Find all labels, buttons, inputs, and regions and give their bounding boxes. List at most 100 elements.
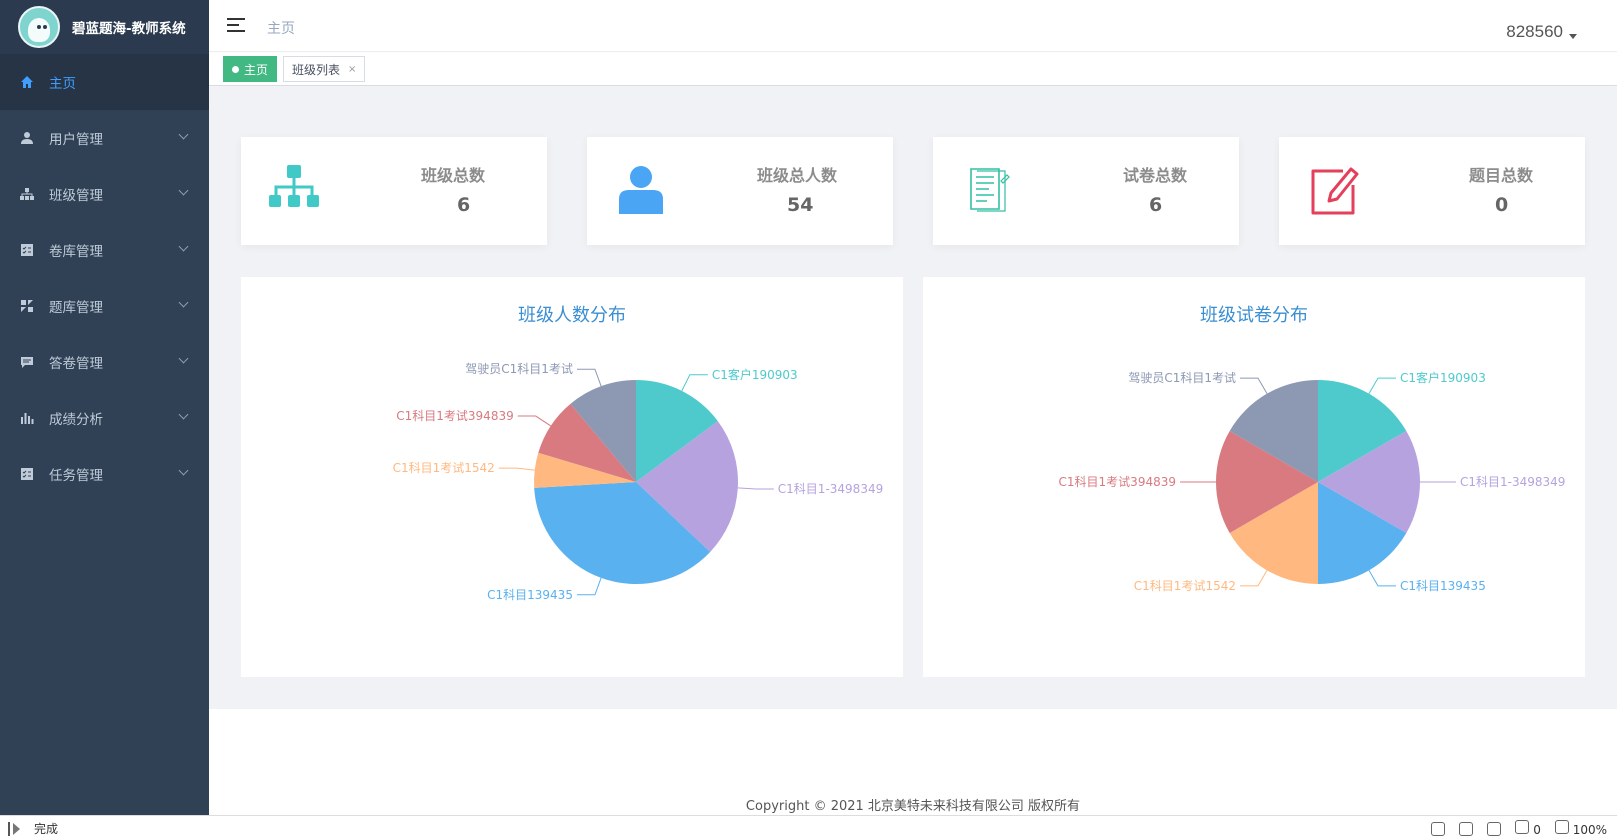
stat-label: 班级总数	[421, 166, 486, 185]
sidebar-item-label: 成绩分析	[49, 412, 103, 428]
counter[interactable]: 0	[1515, 820, 1541, 837]
stat-label: 题目总数	[1469, 166, 1534, 185]
label-line	[681, 374, 708, 392]
user-icon	[617, 163, 673, 219]
chevron-down-icon	[178, 409, 189, 420]
shield-icon[interactable]	[1431, 821, 1446, 836]
label-line	[1240, 377, 1268, 394]
adblock-icon	[1515, 820, 1530, 834]
tag-class-list[interactable]: 班级列表 ×	[283, 56, 366, 82]
sidebar-item-question-bank[interactable]: 题库管理	[0, 278, 209, 334]
sidebar-item-home[interactable]: 主页	[0, 54, 209, 110]
app-logo	[18, 6, 60, 48]
sidebar-item-score-analysis[interactable]: 成绩分析	[0, 390, 209, 446]
slice-label: C1科目1考试394839	[1059, 474, 1176, 489]
brand[interactable]: 碧蓝题海-教师系统	[0, 0, 209, 54]
counter-value: 0	[1533, 823, 1541, 837]
slice-label: C1科目1考试1542	[393, 460, 495, 475]
slice-label: C1客户190903	[1400, 370, 1486, 385]
app-title: 碧蓝题海-教师系统	[72, 21, 186, 37]
close-icon[interactable]: ×	[348, 64, 356, 75]
browser-status-bar: 完成 0 100%	[0, 815, 1617, 839]
chevron-down-icon	[178, 129, 189, 140]
slice-label: C1科目1-3498349	[1460, 475, 1565, 489]
caret-down-icon[interactable]	[1569, 34, 1577, 39]
chevron-down-icon	[178, 297, 189, 308]
sidebar-item-answers[interactable]: 答卷管理	[0, 334, 209, 390]
label-line	[1240, 570, 1268, 587]
stat-value: 6	[457, 194, 471, 216]
sidebar-item-label: 卷库管理	[49, 244, 103, 260]
sidebar-item-label: 主页	[49, 76, 76, 92]
class-student-chart: 班级人数分布 C1客户190903 C1科目1-3498349 C1科目139435…	[241, 277, 903, 677]
footer: Copyright © 2021 北京美特未来科技有限公司 版权所有	[209, 709, 1617, 815]
sidebar-item-label: 任务管理	[49, 468, 103, 484]
class-paper-chart: 班级试卷分布 C1客户190903 C1科目1-3498349 C1科目139435…	[923, 277, 1585, 677]
label-line	[517, 415, 552, 427]
sidebar-item-label: 用户管理	[49, 132, 103, 148]
stat-label: 班级总人数	[757, 166, 838, 185]
active-dot-icon	[232, 65, 239, 73]
chevron-down-icon	[178, 241, 189, 252]
tags-view: 主页 班级列表 ×	[209, 53, 1617, 86]
sidebar-item-users[interactable]: 用户管理	[0, 110, 209, 166]
stat-label: 试卷总数	[1123, 166, 1188, 185]
slice-label: C1客户190903	[712, 367, 798, 382]
stat-card-student-count[interactable]: 班级总人数 54	[587, 137, 893, 245]
copyright: Copyright © 2021 北京美特未来科技有限公司 版权所有	[745, 799, 1081, 814]
sidebar-item-label: 班级管理	[49, 188, 103, 204]
label-line	[737, 487, 774, 490]
edit-icon	[1309, 163, 1365, 219]
breadcrumb[interactable]: 主页	[267, 18, 295, 38]
sidebar-item-paper-bank[interactable]: 卷库管理	[0, 222, 209, 278]
speaker-icon[interactable]	[1459, 821, 1474, 836]
slice-label: C1科目1考试394839	[396, 408, 513, 423]
puzzle-icon	[20, 299, 34, 313]
label-line	[576, 577, 602, 596]
task-icon	[20, 467, 34, 481]
sidebar: 碧蓝题海-教师系统 主页 用户管理 班级管理 卷库管理 题库管理 答卷管理 成绩…	[0, 0, 209, 815]
pie-chart: C1客户190903 C1科目1-3498349 C1科目139435 C1科目1考试…	[1059, 370, 1566, 593]
label-line	[498, 467, 535, 471]
sitemap-icon	[20, 187, 34, 201]
download-icon[interactable]	[1487, 821, 1502, 836]
stat-value: 6	[1149, 194, 1163, 216]
sitemap-icon	[267, 163, 323, 219]
label-line	[576, 368, 602, 387]
play-icon[interactable]	[8, 821, 22, 836]
zoom-value: 100%	[1572, 823, 1607, 837]
stat-value: 0	[1495, 194, 1509, 216]
top-navbar: 主页 828560	[209, 0, 1617, 52]
sidebar-item-tasks[interactable]: 任务管理	[0, 446, 209, 502]
username-dropdown[interactable]: 828560	[1506, 22, 1563, 42]
slice-label: C1科目139435	[487, 588, 573, 602]
tag-home[interactable]: 主页	[223, 56, 278, 82]
bar-chart-icon	[20, 411, 34, 425]
hamburger-menu-icon[interactable]	[227, 18, 245, 32]
stat-card-question-count[interactable]: 题目总数 0	[1279, 137, 1585, 245]
stat-card-class-count[interactable]: 班级总数 6	[241, 137, 547, 245]
stat-value: 54	[787, 194, 814, 216]
document-icon	[967, 163, 1023, 219]
status-text: 完成	[34, 822, 59, 836]
slice-label: C1科目139435	[1400, 579, 1486, 593]
sidebar-menu: 主页 用户管理 班级管理 卷库管理 题库管理 答卷管理 成绩分析 任务管理	[0, 54, 209, 502]
comment-icon	[20, 355, 34, 369]
chevron-down-icon	[178, 353, 189, 364]
home-icon	[20, 75, 34, 89]
chevron-down-icon	[178, 465, 189, 476]
zoom[interactable]: 100%	[1554, 820, 1607, 837]
pie-chart: C1客户190903 C1科目1-3498349 C1科目139435 C1科目1考试…	[393, 361, 884, 602]
tag-label: 班级列表	[292, 62, 341, 77]
sidebar-item-classes[interactable]: 班级管理	[0, 166, 209, 222]
label-line	[1368, 570, 1396, 587]
slice-label: 驾驶员C1科目1考试	[1128, 370, 1236, 385]
slice-label: C1科目1-3498349	[778, 482, 883, 496]
slice-label: 驾驶员C1科目1考试	[465, 361, 573, 376]
checklist-icon	[20, 243, 34, 257]
slice-label: C1科目1考试1542	[1134, 578, 1236, 593]
dashboard: 班级总数 6 班级总人数 54 试卷总数 6 题目总数 0 班级人数分布 C1客…	[209, 87, 1617, 709]
chevron-down-icon	[178, 185, 189, 196]
stat-card-paper-count[interactable]: 试卷总数 6	[933, 137, 1239, 245]
zoom-icon	[1554, 820, 1569, 834]
